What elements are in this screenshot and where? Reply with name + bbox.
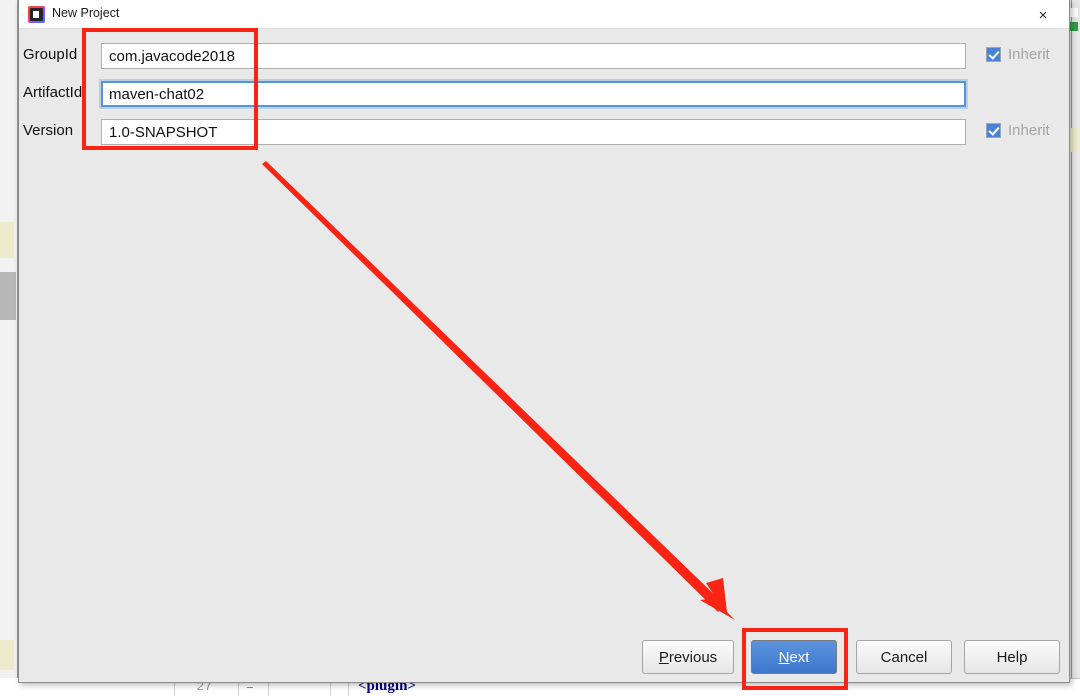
help-button[interactable]: Help xyxy=(964,640,1060,674)
ide-scrollbar-thumb[interactable] xyxy=(0,272,16,320)
next-button-label: Next xyxy=(779,649,810,666)
dialog-title: New Project xyxy=(52,6,120,20)
version-inherit-group[interactable]: Inherit xyxy=(986,122,1050,139)
project-coordinates-form: GroupId Inherit ArtifactId Version Inher… xyxy=(19,29,1069,625)
cancel-button-label: Cancel xyxy=(880,648,928,666)
groupid-inherit-group[interactable]: Inherit xyxy=(986,46,1050,63)
groupid-inherit-checkbox[interactable] xyxy=(986,47,1001,62)
ide-stripe-mark-green xyxy=(1070,22,1078,31)
dialog-title-bar: New Project × xyxy=(19,0,1069,29)
form-row-groupid: GroupId Inherit xyxy=(19,43,1069,69)
ide-stripe-mark-yellow xyxy=(1069,128,1079,152)
groupid-inherit-label: Inherit xyxy=(1008,46,1050,63)
ide-left-highlight-bottom xyxy=(0,640,14,670)
ide-left-gutter xyxy=(0,0,18,696)
groupid-label: GroupId xyxy=(23,46,78,63)
previous-button[interactable]: Previous xyxy=(642,640,734,674)
ide-left-highlight-top xyxy=(0,222,14,258)
ide-right-divider xyxy=(1071,0,1072,696)
version-label: Version xyxy=(23,122,74,139)
dialog-button-bar: Previous Next Cancel Help xyxy=(19,624,1069,682)
next-mnemonic: N xyxy=(778,648,790,666)
cancel-button[interactable]: Cancel xyxy=(856,640,952,674)
next-button[interactable]: Next xyxy=(751,640,837,674)
previous-mnemonic: P xyxy=(658,648,669,666)
form-row-version: Version Inherit xyxy=(19,119,1069,145)
ide-stripe-mark-white xyxy=(1070,8,1078,17)
version-inherit-label: Inherit xyxy=(1008,122,1050,139)
groupid-input[interactable] xyxy=(101,43,966,69)
form-row-artifactid: ArtifactId xyxy=(19,81,1069,107)
intellij-idea-icon xyxy=(28,6,45,23)
previous-suffix: revious xyxy=(668,648,718,666)
editor-fold-marker[interactable]: − xyxy=(246,681,254,696)
new-project-dialog: New Project × GroupId Inherit ArtifactId… xyxy=(18,0,1070,683)
version-inherit-checkbox[interactable] xyxy=(986,123,1001,138)
help-button-label: Help xyxy=(996,648,1028,666)
version-input[interactable] xyxy=(101,119,966,145)
close-icon[interactable]: × xyxy=(1029,4,1057,26)
next-suffix: ext xyxy=(789,648,810,666)
artifactid-label: ArtifactId xyxy=(23,84,83,101)
previous-button-label: Previous xyxy=(659,649,717,666)
artifactid-input[interactable] xyxy=(101,81,966,107)
